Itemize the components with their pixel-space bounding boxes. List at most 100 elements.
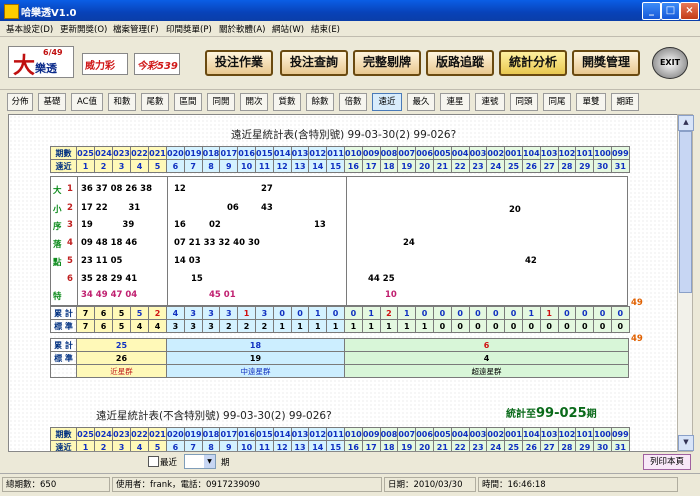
menu-about[interactable]: 關於軟體(A) — [219, 23, 265, 35]
near-group-name: 近星群 — [76, 364, 167, 378]
lotto649-logo[interactable]: 大 6/49 樂透 — [8, 46, 74, 79]
count-cell: 0 — [486, 319, 506, 333]
tab-draw-count[interactable]: 開次 — [240, 93, 268, 111]
tab-consecutive-number[interactable]: 連號 — [475, 93, 505, 111]
mid-row-values: 12 — [174, 184, 186, 194]
near-row-values: 19 39 — [81, 220, 135, 230]
count-cell: 1 — [397, 306, 417, 320]
print-page-button[interactable]: 列印本頁 — [643, 454, 691, 470]
count-cell: 0 — [521, 319, 541, 333]
exit-button[interactable]: EXIT — [652, 47, 688, 79]
row-side-label: 落 — [53, 240, 62, 250]
distance-cell: 1 — [76, 440, 95, 451]
distance-cell: 26 — [521, 440, 541, 451]
tab-tail[interactable]: 尾數 — [141, 93, 169, 111]
period-cell: 025 — [76, 146, 95, 160]
full-filter-button[interactable]: 完整剔牌 — [353, 50, 421, 76]
row-side-number: 3 — [67, 220, 73, 230]
draw-management-button[interactable]: 開獎管理 — [572, 50, 640, 76]
distance-cell: 20 — [415, 159, 434, 173]
tab-consecutive-star[interactable]: 連星 — [440, 93, 470, 111]
daily539-logo[interactable]: 今彩539 — [134, 53, 180, 75]
path-tracking-button[interactable]: 版路追蹤 — [426, 50, 494, 76]
tab-co-draw[interactable]: 同開 — [207, 93, 235, 111]
menu-print[interactable]: 印間獎單(P) — [166, 23, 212, 35]
tab-distance[interactable]: 遠近 — [372, 93, 402, 111]
period-cell: 022 — [130, 146, 149, 160]
count-cell: 3 — [201, 306, 221, 320]
count-cell: 0 — [450, 319, 470, 333]
distance-cell: 11 — [254, 159, 274, 173]
tab-basic[interactable]: 基礎 — [38, 93, 66, 111]
power-lottery-logo[interactable]: 威力彩 — [82, 53, 128, 75]
scroll-down-icon[interactable]: ▼ — [678, 435, 694, 451]
scroll-thumb[interactable] — [679, 131, 692, 293]
period-count-select[interactable]: ▼ — [184, 454, 216, 469]
count-cell: 0 — [504, 319, 523, 333]
group-summary: 累 計 25 18 6 標 準 26 19 4 近星群 中遠星群 超遠星群 — [50, 338, 629, 378]
period-cell: 099 — [610, 427, 630, 441]
distance-cell: 7 — [183, 440, 203, 451]
count-cell: 3 — [183, 319, 203, 333]
period-cell: 017 — [219, 427, 239, 441]
tab-multiple[interactable]: 倍數 — [339, 93, 367, 111]
tab-period-gap[interactable]: 期距 — [611, 93, 639, 111]
minimize-button[interactable]: _ — [642, 2, 661, 20]
mid-row-values: 14 03 — [174, 256, 201, 266]
window-title: 哈樂透V1.0 — [21, 8, 77, 19]
count-cell: 2 — [148, 306, 167, 320]
distance-row: 遠近 1 2 3 4 5 6 7 8 9 10 11 12 13 14 15 16 17 18 19 20 21 22 23 2… — [50, 159, 630, 173]
tab-prime[interactable]: 質數 — [273, 93, 301, 111]
distance-cell: 5 — [148, 159, 167, 173]
tab-same-tail[interactable]: 同尾 — [543, 93, 571, 111]
tab-interval[interactable]: 區間 — [174, 93, 202, 111]
count-cell: 2 — [254, 319, 274, 333]
period-cell: 008 — [379, 427, 399, 441]
bet-query-button[interactable]: 投注查詢 — [280, 50, 348, 76]
scroll-up-icon[interactable]: ▲ — [678, 115, 694, 131]
mid-row-values: 27 — [261, 184, 273, 194]
distance-cell: 21 — [432, 159, 452, 173]
distance-label: 遠近 — [50, 159, 77, 173]
distance-cell: 4 — [130, 440, 149, 451]
maximize-button[interactable]: □ — [661, 2, 680, 20]
tab-sum[interactable]: 和數 — [108, 93, 136, 111]
count-cell: 0 — [557, 319, 577, 333]
count-cell: 0 — [326, 306, 345, 320]
menu-file[interactable]: 檔案管理(F) — [113, 23, 159, 35]
period-cell: 013 — [290, 427, 310, 441]
dropdown-arrow-icon[interactable]: ▼ — [204, 455, 215, 468]
period-cell: 011 — [326, 427, 345, 441]
distance-cell: 24 — [486, 440, 506, 451]
tab-same-head[interactable]: 同頭 — [510, 93, 538, 111]
period-cell: 025 — [76, 427, 95, 441]
menu-basic-settings[interactable]: 基本設定(D) — [6, 23, 53, 35]
mid-row-values: 07 21 33 32 40 30 — [174, 238, 260, 248]
tab-odd-even[interactable]: 單雙 — [576, 93, 606, 111]
distance-cell: 12 — [272, 440, 292, 451]
tab-distribution[interactable]: 分佈 — [7, 93, 33, 111]
count-cell: 3 — [254, 306, 274, 320]
tab-longest[interactable]: 最久 — [407, 93, 435, 111]
period-cell: 002 — [486, 146, 506, 160]
row-side-label: 小 — [53, 205, 62, 215]
period-row: 期數 025 024 023 022 021 020 019 018 017 016 015 014 01… — [50, 146, 630, 160]
stats-analysis-button[interactable]: 統計分析 — [499, 50, 567, 76]
mid-row-values: 02 — [209, 220, 221, 230]
mid-row-values: 13 — [314, 220, 326, 230]
title-bar: 哈樂透V1.0 _ □ × — [0, 0, 700, 21]
row-side-label: 特 — [53, 292, 62, 302]
tab-remainder[interactable]: 餘數 — [306, 93, 334, 111]
tab-ac-value[interactable]: AC值 — [71, 93, 103, 111]
vertical-scrollbar[interactable]: ▲ ▼ — [677, 114, 694, 452]
menu-update-draw[interactable]: 更新開獎(O) — [60, 23, 107, 35]
recent-checkbox[interactable] — [148, 456, 159, 467]
status-date: 日期：2010/03/30 — [384, 477, 476, 492]
menu-exit[interactable]: 結束(E) — [311, 23, 340, 35]
period-row-2: 期數 025 024 023 022 021 020 019 018 017 016 015 014 01… — [50, 427, 630, 441]
menu-website[interactable]: 網站(W) — [272, 23, 304, 35]
close-button[interactable]: × — [680, 2, 699, 20]
betting-button[interactable]: 投注作業 — [205, 50, 273, 76]
distance-cell: 23 — [468, 440, 488, 451]
mid-row-values: 43 — [261, 203, 273, 213]
